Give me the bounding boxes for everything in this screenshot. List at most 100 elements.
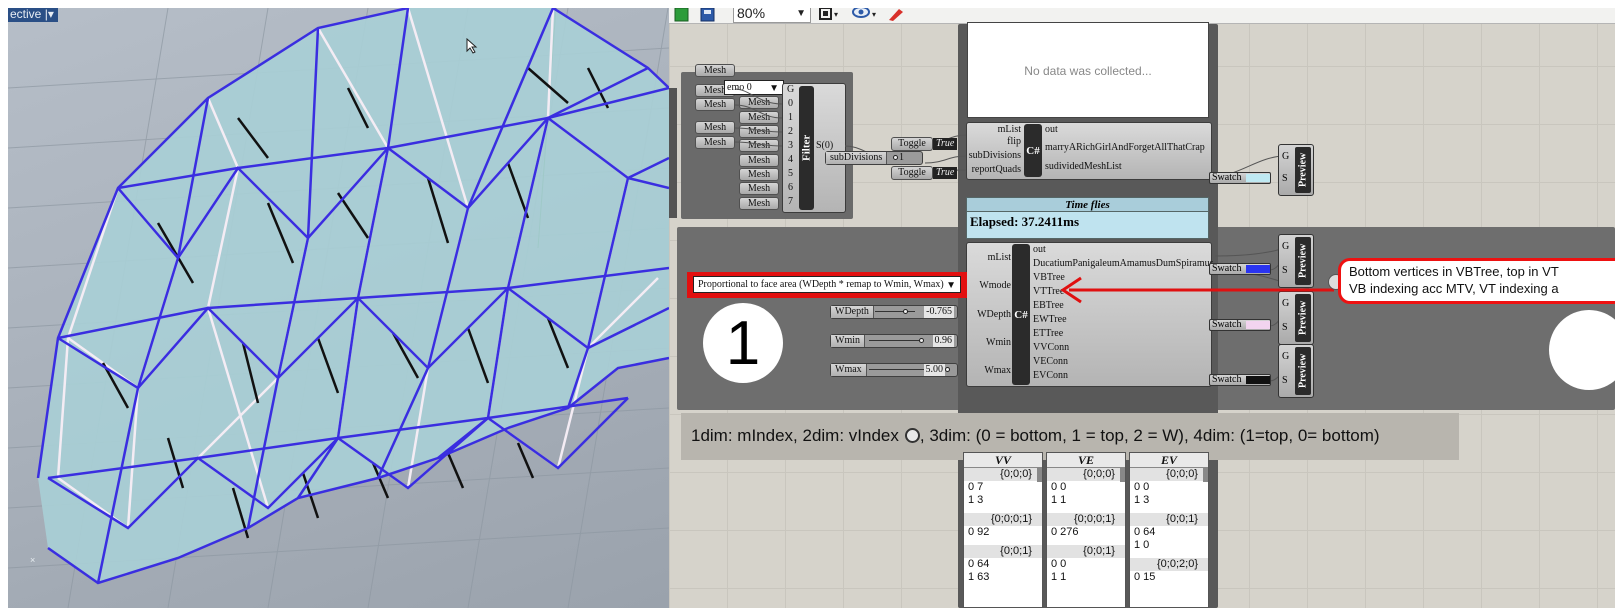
panel-path: {0;0;0} xyxy=(1130,468,1208,481)
panel-ve[interactable]: VE {0;0;0} 0 0 1 1 {0;0;0;1} 0 276 {0;0;… xyxy=(1046,452,1126,608)
wmax-slider[interactable]: Wmax 5.00 xyxy=(830,363,958,377)
wmax-value: 5.00 xyxy=(923,364,945,376)
panel-row: 1 3 xyxy=(968,494,984,506)
subdivisions-slider[interactable]: subDivisions 1 xyxy=(825,151,923,165)
viewport-title-tab[interactable]: ective |▾ xyxy=(8,8,58,22)
panel-path: {0;0;1} xyxy=(1130,513,1208,526)
dimension-text-start: 1dim: mIndex, 2dim: vIndex xyxy=(691,426,899,445)
panel-row: 0 64 xyxy=(1134,526,1156,538)
csharp-main-input: mList xyxy=(987,252,1011,263)
preview-component[interactable]: G S Preview xyxy=(1278,344,1314,398)
wmin-slider[interactable]: Wmin 0.96 xyxy=(830,334,958,348)
dimension-text-end: , 3dim: (0 = bottom, 1 = top, 2 = W), 4d… xyxy=(919,426,1380,445)
swatch-label: Swatch xyxy=(1212,374,1242,385)
svg-text:×: × xyxy=(30,555,35,565)
preview-input-g: G xyxy=(1282,351,1290,362)
chevron-down-icon: ▼ xyxy=(946,280,956,291)
preview-input-s: S xyxy=(1282,375,1288,386)
swatch-color xyxy=(1246,174,1270,182)
swatch-component[interactable]: Swatch xyxy=(1209,319,1271,331)
flip-toggle-value[interactable]: True xyxy=(933,138,958,150)
csharp-main-input: WDepth xyxy=(977,309,1011,320)
panel-row: 1 1 xyxy=(1051,571,1067,583)
wdepth-value: -0.765 xyxy=(924,306,954,318)
preview-input-g: G xyxy=(1282,151,1290,162)
mode-dropdown[interactable]: Proportional to face area (WDepth * rema… xyxy=(693,276,961,293)
csharp-top-output: out xyxy=(1045,124,1058,135)
csharp-top-name: C# xyxy=(1024,124,1042,177)
rhino-viewport[interactable]: × ective |▾ xyxy=(8,8,669,608)
panel-row: 0 0 xyxy=(1051,558,1067,570)
panel-row: 0 15 xyxy=(1134,571,1156,583)
panel-row: 0 64 xyxy=(968,558,990,570)
mouse-pointer-icon xyxy=(904,428,920,443)
panel-path: {0;0;0;1} xyxy=(1047,513,1125,526)
panel-row: 1 0 xyxy=(1134,539,1150,551)
panel-path: {0;0;1} xyxy=(964,545,1042,558)
panel-scrollbar[interactable] xyxy=(1120,468,1125,482)
panel-scrollbar[interactable] xyxy=(1203,468,1208,482)
csharp-top-input: reportQuads xyxy=(971,164,1021,175)
slider-knob[interactable] xyxy=(893,155,898,160)
quads-toggle[interactable]: Toggle xyxy=(891,166,933,180)
panel-scrollbar[interactable] xyxy=(1037,468,1042,482)
mouse-cursor-icon xyxy=(466,38,478,54)
annotation-arrow xyxy=(1060,276,1334,304)
slider-knob[interactable] xyxy=(919,338,924,343)
swatch-component[interactable]: Swatch xyxy=(1209,374,1271,386)
preview-input-g: G xyxy=(1282,241,1290,252)
csharp-main-output: out xyxy=(1033,244,1046,255)
panel-ev[interactable]: EV {0;0;0} 0 0 1 3 {0;0;1} 0 64 1 0 {0;0… xyxy=(1129,452,1209,608)
output-panel[interactable]: No data was collected... xyxy=(967,22,1209,118)
panel-title: VE xyxy=(1047,453,1125,468)
wmin-label: Wmin xyxy=(831,335,865,347)
swatch-color xyxy=(1246,376,1270,384)
panel-row: 0 7 xyxy=(968,481,984,493)
csharp-top-input: mList xyxy=(997,124,1021,135)
panel-vv[interactable]: VV {0;0;0} 0 7 1 3 {0;0;0;1} 0 92 {0;0;1… xyxy=(963,452,1043,608)
viewport-title: ective xyxy=(10,8,42,21)
panel-path: {0;0;1} xyxy=(1047,545,1125,558)
preview-input-s: S xyxy=(1282,322,1288,333)
csharp-top-output: marryARichGirlAndForgetAllThatCrap xyxy=(1045,142,1205,153)
csharp-main-output: EWTree xyxy=(1033,314,1067,325)
grasshopper-canvas[interactable]: 80% ▼ ▾ ▾ Mesh Mesh Mesh Mesh Mesh emo 0 ▼… xyxy=(669,8,1615,608)
swatch-component[interactable]: Swatch xyxy=(1209,172,1271,184)
swatch-label: Swatch xyxy=(1212,172,1242,183)
step-number-badge: 1 xyxy=(703,303,783,383)
panel-path: {0;0;0;1} xyxy=(964,513,1042,526)
slider-track xyxy=(869,369,929,370)
swatch-color xyxy=(1246,321,1270,329)
csharp-main-name: C# xyxy=(1012,244,1030,385)
wmin-value: 0.96 xyxy=(932,335,954,347)
slider-knob[interactable] xyxy=(903,309,908,314)
csharp-top-input: flip xyxy=(1007,136,1021,147)
timer-component[interactable]: Time flies Elapsed: 37.2411ms xyxy=(966,197,1209,239)
panel-row: 1 63 xyxy=(968,571,990,583)
wdepth-slider[interactable]: WDepth -0.765 xyxy=(830,305,958,319)
csharp-main-output: VVConn xyxy=(1033,342,1070,353)
csharp-top-input: subDivisions xyxy=(968,150,1021,161)
csharp-main-input: Wmin xyxy=(986,337,1011,348)
slider-knob[interactable] xyxy=(945,367,950,372)
panel-path: {0;0;0} xyxy=(964,468,1042,481)
quads-toggle-value[interactable]: True xyxy=(933,167,958,179)
preview-input-s: S xyxy=(1282,173,1288,184)
viewport-geometry: × xyxy=(8,8,669,608)
panel-path: {0;0;2;0} xyxy=(1130,558,1208,571)
preview-name: Preview xyxy=(1295,347,1311,395)
viewport-menu-arrow: |▾ xyxy=(44,8,54,21)
csharp-main-input: Wmax xyxy=(984,365,1011,376)
panel-row: 0 0 xyxy=(1051,481,1067,493)
panel-row: 0 92 xyxy=(968,526,990,538)
csharp-top-output: sudividedMeshList xyxy=(1045,161,1122,172)
scribble-line-1: Bottom vertices in VBTree, top in VT xyxy=(1349,264,1559,279)
flip-toggle[interactable]: Toggle xyxy=(891,137,933,151)
preview-component[interactable]: G S Preview xyxy=(1278,144,1314,196)
csharp-main-output: VEConn xyxy=(1033,356,1068,367)
annotation-scribble[interactable]: Bottom vertices in VBTree, top in VT VB … xyxy=(1338,258,1615,304)
swatch-label: Swatch xyxy=(1212,319,1242,330)
slider-track xyxy=(875,311,915,312)
preview-name: Preview xyxy=(1295,147,1311,193)
csharp-main-output: EVConn xyxy=(1033,370,1068,381)
